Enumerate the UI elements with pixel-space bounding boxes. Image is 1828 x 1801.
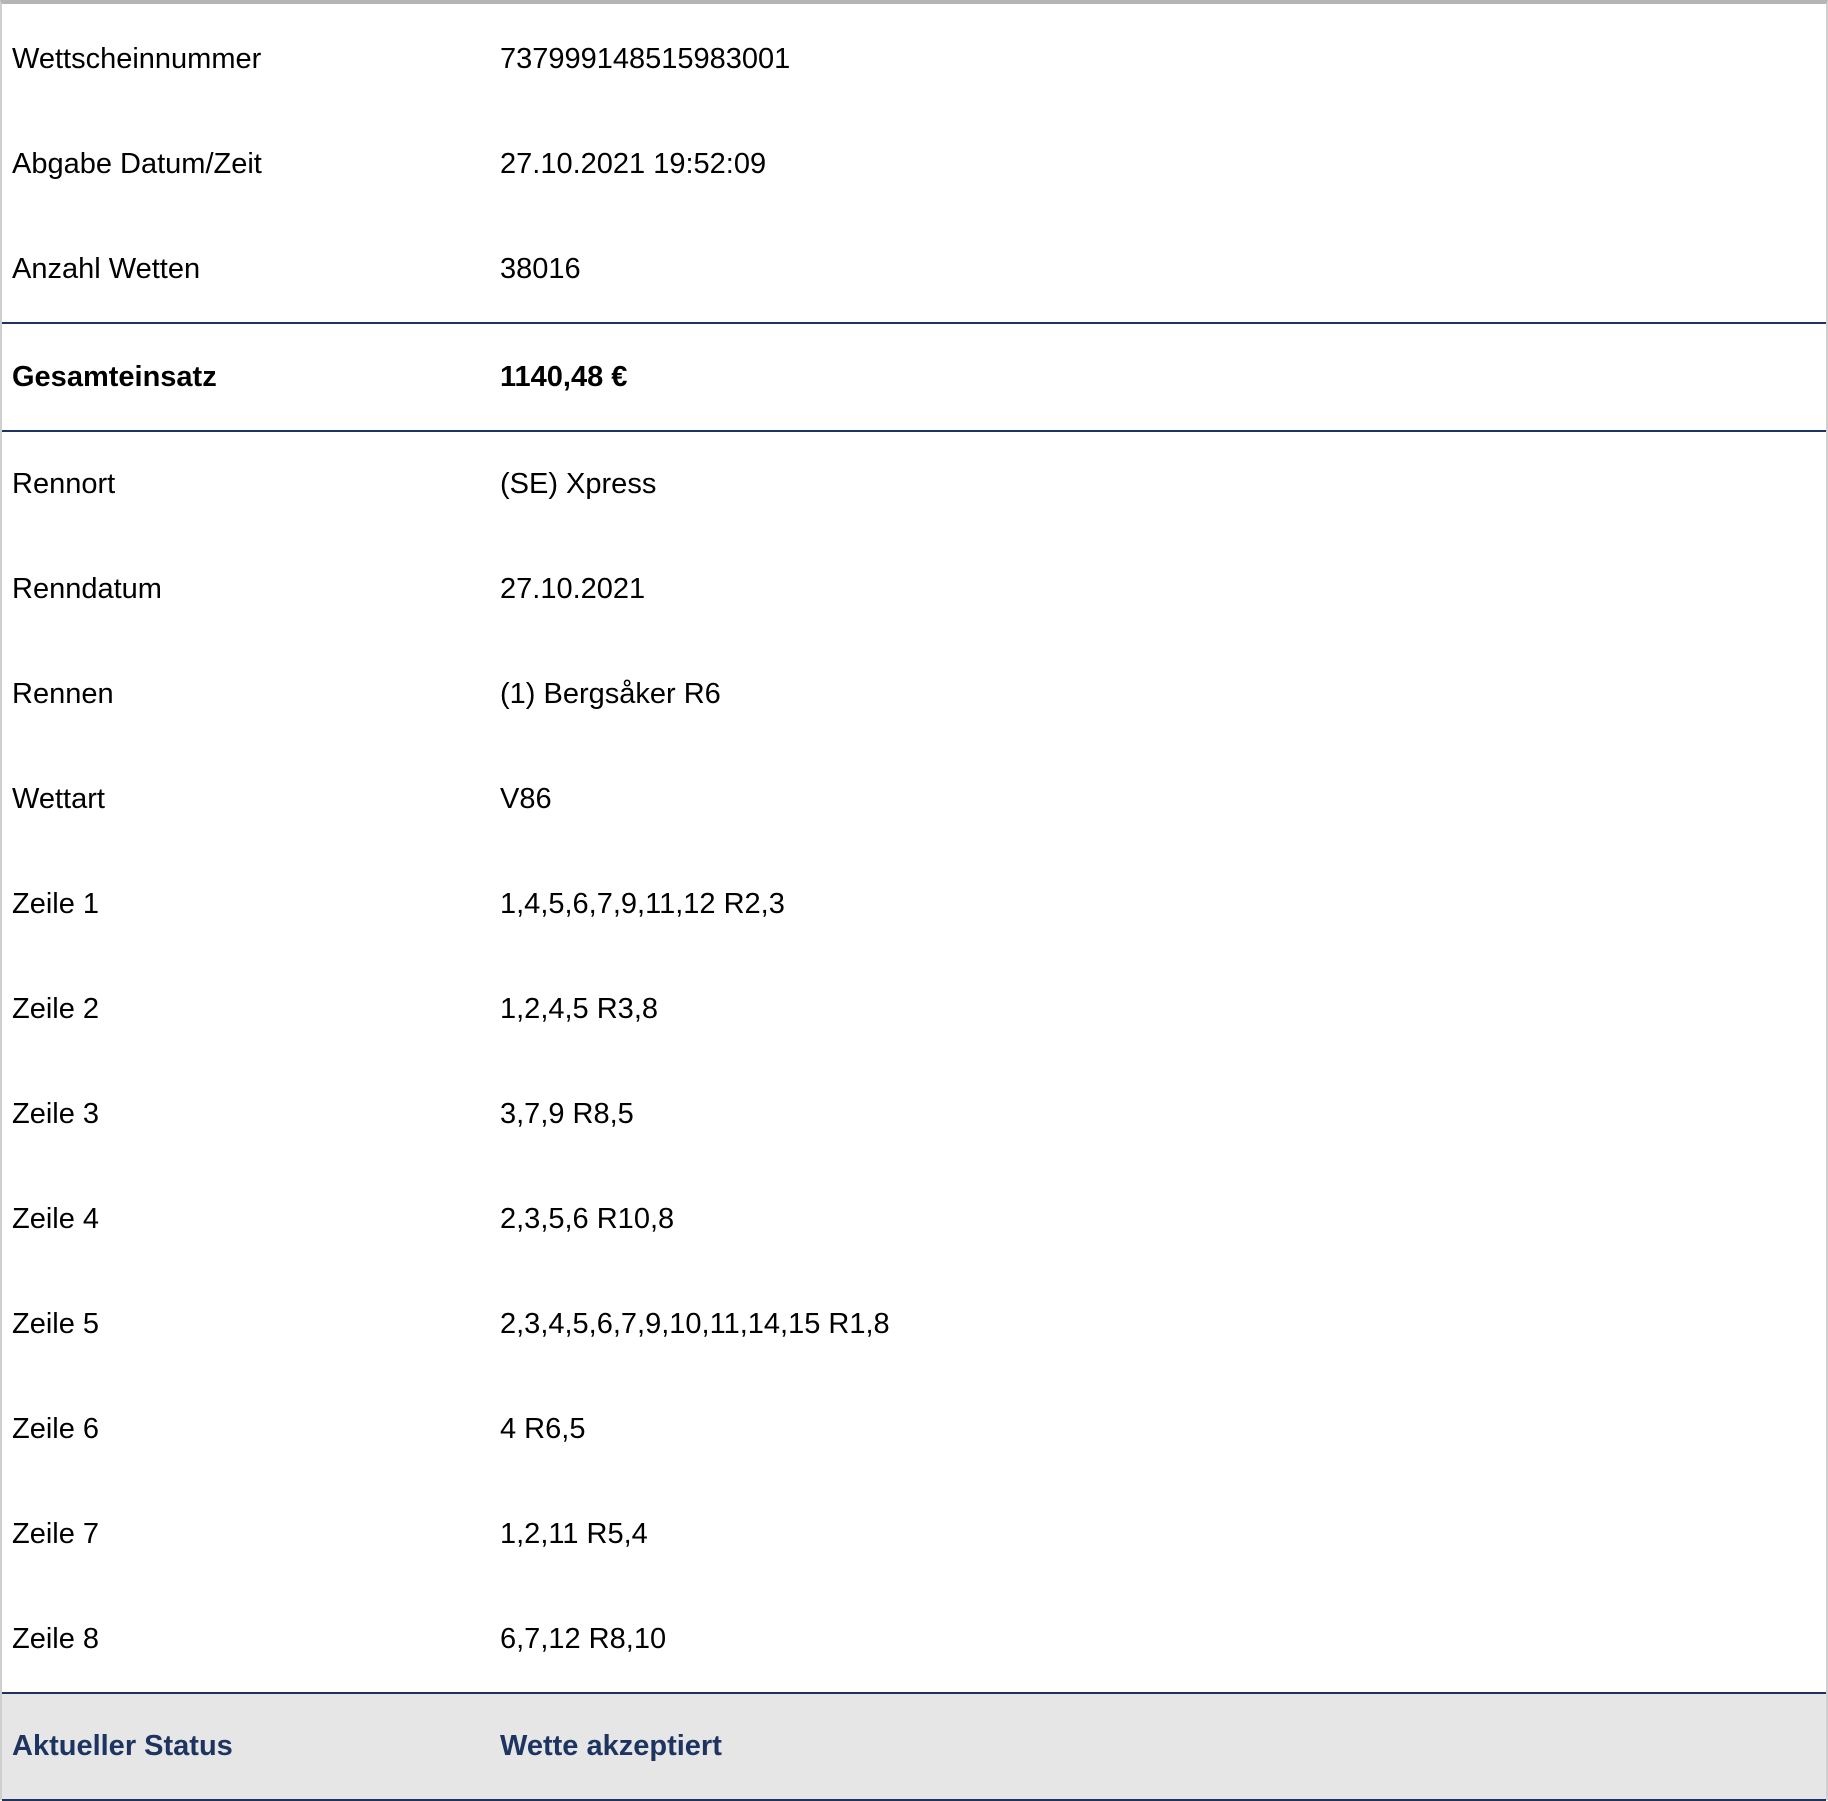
bet-count-value: 38016 [500, 253, 581, 285]
ticket-number-label: Wettscheinnummer [12, 43, 262, 75]
venue-value: (SE) Xpress [500, 468, 657, 500]
row-line-2: Zeile 2 1,2,4,5 R3,8 [2, 957, 1826, 1062]
race-date-value: 27.10.2021 [500, 573, 646, 605]
line-2-label: Zeile 2 [12, 993, 100, 1025]
race-value: (1) Bergsåker R6 [500, 678, 721, 710]
row-venue: Rennort (SE) Xpress [2, 432, 1826, 537]
row-total-stake: Gesamteinsatz 1140,48 € [2, 322, 1826, 432]
line-8-label: Zeile 8 [12, 1623, 100, 1655]
line-3-value: 3,7,9 R8,5 [500, 1098, 634, 1130]
row-line-4: Zeile 4 2,3,5,6 R10,8 [2, 1167, 1826, 1272]
row-line-6: Zeile 6 4 R6,5 [2, 1377, 1826, 1482]
line-7-value: 1,2,11 R5,4 [500, 1518, 648, 1550]
row-line-5: Zeile 5 2,3,4,5,6,7,9,10,11,14,15 R1,8 [2, 1272, 1826, 1377]
row-bet-type: Wettart V86 [2, 747, 1826, 852]
submission-datetime-label: Abgabe Datum/Zeit [12, 148, 262, 180]
row-line-1: Zeile 1 1,4,5,6,7,9,11,12 R2,3 [2, 852, 1826, 957]
line-3-label: Zeile 3 [12, 1098, 100, 1130]
race-date-label: Renndatum [12, 573, 162, 605]
line-4-value: 2,3,5,6 R10,8 [500, 1203, 675, 1235]
ticket-number-value: 737999148515983001 [500, 43, 791, 75]
bet-count-label: Anzahl Wetten [12, 253, 201, 285]
bet-ticket-details: Wettscheinnummer 737999148515983001 Abga… [0, 0, 1828, 1801]
venue-label: Rennort [12, 468, 116, 500]
line-6-label: Zeile 6 [12, 1413, 100, 1445]
total-stake-value: 1140,48 € [500, 360, 628, 393]
line-1-label: Zeile 1 [12, 888, 100, 920]
line-2-value: 1,2,4,5 R3,8 [500, 993, 658, 1025]
total-stake-label: Gesamteinsatz [12, 360, 217, 393]
line-5-label: Zeile 5 [12, 1308, 100, 1340]
line-5-value: 2,3,4,5,6,7,9,10,11,14,15 R1,8 [500, 1308, 890, 1340]
current-status-label: Aktueller Status [12, 1730, 233, 1762]
line-7-label: Zeile 7 [12, 1518, 100, 1550]
row-bet-count: Anzahl Wetten 38016 [2, 217, 1826, 322]
line-4-label: Zeile 4 [12, 1203, 100, 1235]
submission-datetime-value: 27.10.2021 19:52:09 [500, 148, 767, 180]
current-status-value: Wette akzeptiert [500, 1730, 722, 1762]
row-ticket-number: Wettscheinnummer 737999148515983001 [2, 7, 1826, 112]
row-current-status: Aktueller Status Wette akzeptiert [2, 1692, 1826, 1801]
row-line-3: Zeile 3 3,7,9 R8,5 [2, 1062, 1826, 1167]
row-line-7: Zeile 7 1,2,11 R5,4 [2, 1482, 1826, 1587]
row-race: Rennen (1) Bergsåker R6 [2, 642, 1826, 747]
bet-type-value: V86 [500, 783, 552, 815]
race-label: Rennen [12, 678, 114, 710]
line-6-value: 4 R6,5 [500, 1413, 586, 1445]
line-1-value: 1,4,5,6,7,9,11,12 R2,3 [500, 888, 785, 920]
bet-type-label: Wettart [12, 783, 105, 815]
row-submission-datetime: Abgabe Datum/Zeit 27.10.2021 19:52:09 [2, 112, 1826, 217]
line-8-value: 6,7,12 R8,10 [500, 1623, 667, 1655]
row-line-8: Zeile 8 6,7,12 R8,10 [2, 1587, 1826, 1692]
row-race-date: Renndatum 27.10.2021 [2, 537, 1826, 642]
ticket-header-section: Wettscheinnummer 737999148515983001 Abga… [2, 4, 1826, 322]
